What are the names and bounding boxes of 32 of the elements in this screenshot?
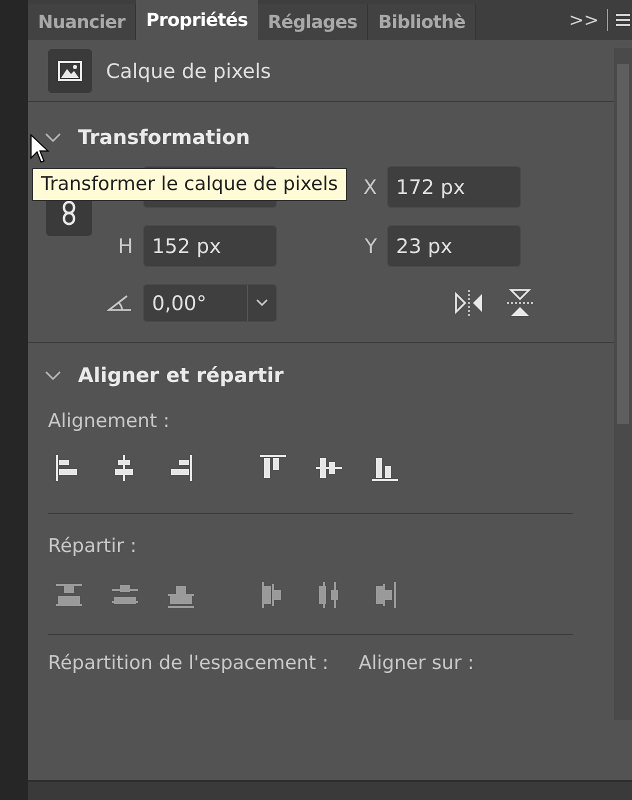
spacing-label: Répartition de l'espacement : <box>48 651 329 676</box>
alignment-label: Alignement : <box>48 409 170 433</box>
chevron-icon[interactable] <box>44 369 62 381</box>
overflow-button[interactable]: >> <box>568 6 599 34</box>
menu-icon[interactable] <box>616 12 630 28</box>
y-field[interactable]: 23 px <box>387 225 521 267</box>
layer-type-label: Calque de pixels <box>106 58 271 84</box>
cursor-icon <box>30 134 50 164</box>
angle-icon <box>107 294 133 312</box>
scrollbar[interactable] <box>614 48 632 720</box>
align-to-label: Aligner sur : <box>358 651 474 676</box>
x-label: X <box>363 174 377 201</box>
chevron-icon[interactable] <box>44 131 62 143</box>
x-field[interactable]: 172 px <box>387 166 521 208</box>
panel-tab[interactable]: Réglages <box>258 4 368 40</box>
flip-vertical-icon[interactable] <box>505 287 535 319</box>
distribute-label: Répartir : <box>48 534 138 558</box>
h-label: H <box>118 233 133 260</box>
link-icon <box>61 200 77 226</box>
flip-horizontal-icon[interactable] <box>453 288 485 318</box>
panel-tab[interactable]: Propriétés <box>136 0 258 40</box>
height-field[interactable]: 152 px <box>143 225 277 267</box>
dropdown-icon[interactable] <box>256 299 268 307</box>
panel-tab[interactable]: Nuancier <box>28 4 136 40</box>
pixel-layer-icon <box>48 48 92 92</box>
tooltip: Transformer le calque de pixels <box>32 168 347 200</box>
angle-value: 0,00° <box>151 290 208 317</box>
panel-tab[interactable]: Bibliothè <box>368 4 476 40</box>
section-title[interactable]: Transformation <box>78 122 250 152</box>
section-title[interactable]: Aligner et répartir <box>78 360 284 390</box>
y-label: Y <box>364 233 377 260</box>
angle-field[interactable]: 0,00° <box>143 284 277 322</box>
